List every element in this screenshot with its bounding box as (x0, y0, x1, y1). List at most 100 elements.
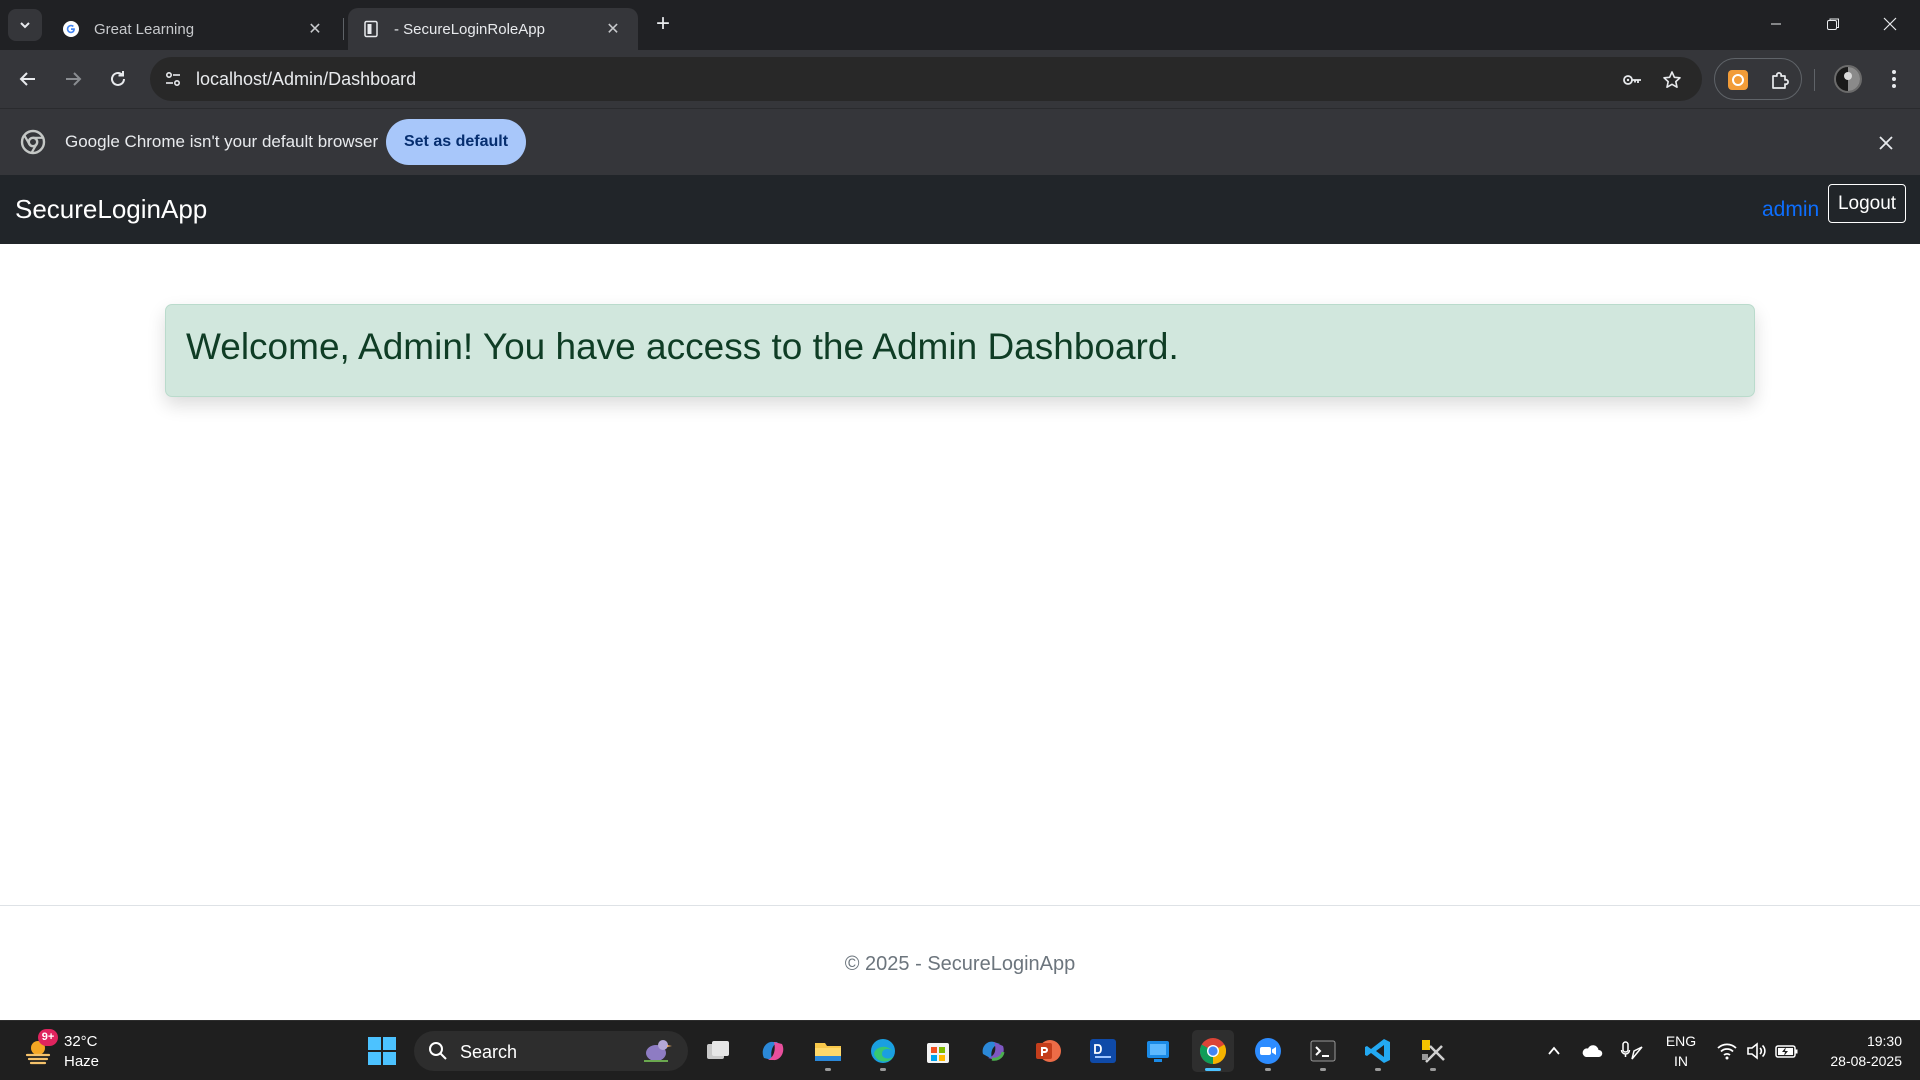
wifi-button[interactable] (1715, 1039, 1739, 1063)
location-mic-icon (1620, 1041, 1643, 1060)
windows-app[interactable] (1137, 1030, 1179, 1072)
chevron-up-icon (1548, 1046, 1560, 1055)
location-status-button[interactable] (1620, 1039, 1644, 1063)
input-language-button[interactable]: ENG IN (1664, 1031, 1698, 1071)
app-brand-link[interactable]: SecureLoginApp (15, 194, 207, 225)
tab-search-button[interactable] (8, 9, 42, 41)
toolbar-separator (1814, 69, 1815, 91)
tune-icon (165, 71, 181, 87)
infobar-message: Google Chrome isn't your default browser (65, 132, 379, 151)
zoom-app[interactable] (1247, 1030, 1289, 1072)
m365-icon (982, 1041, 1005, 1061)
tools-app[interactable] (1412, 1030, 1454, 1072)
google-favicon-icon (63, 21, 79, 37)
user-name-link[interactable]: admin (1762, 198, 1819, 222)
chrome-menu-button[interactable] (1880, 65, 1908, 93)
welcome-alert: Welcome, Admin! You have access to the A… (165, 304, 1755, 397)
running-indicator (1320, 1068, 1326, 1071)
search-label: Search (460, 1042, 518, 1062)
vscode-icon (1365, 1039, 1390, 1063)
url-text[interactable]: localhost/Admin/Dashboard (196, 69, 416, 90)
forward-button[interactable] (59, 65, 87, 93)
microsoft-store-app[interactable] (917, 1030, 959, 1072)
terminal-app[interactable] (1302, 1030, 1344, 1072)
back-arrow-icon (19, 72, 35, 86)
new-tab-button[interactable]: + (650, 12, 676, 38)
infobar-close-button[interactable] (1874, 131, 1898, 155)
default-browser-infobar: Google Chrome isn't your default browser… (0, 108, 1920, 175)
weather-temperature: 32°C (64, 1033, 98, 1050)
powerpoint-icon (1036, 1040, 1061, 1062)
tools-icon (1422, 1040, 1445, 1063)
speaker-icon (1747, 1042, 1766, 1060)
tab-title: Great Learning (94, 20, 195, 38)
tab-title: - SecureLoginRoleApp (394, 20, 545, 38)
back-button[interactable] (14, 65, 42, 93)
close-tab-icon[interactable]: ✕ (304, 18, 326, 40)
close-icon (1879, 136, 1893, 150)
footer-divider (0, 905, 1920, 906)
powerpoint-app[interactable] (1027, 1030, 1069, 1072)
tab-secure-login-role-app[interactable]: - SecureLoginRoleApp ✕ (348, 8, 638, 50)
file-explorer-app[interactable] (807, 1030, 849, 1072)
taskbar-search-box[interactable]: Search (414, 1031, 688, 1071)
volume-button[interactable] (1745, 1039, 1769, 1063)
clock-button[interactable]: 19:30 28-08-2025 (1810, 1031, 1902, 1071)
task-view-icon (707, 1041, 729, 1059)
dev-home-app[interactable] (1082, 1030, 1124, 1072)
language-region: IN (1674, 1053, 1688, 1069)
profile-avatar[interactable] (1834, 65, 1862, 93)
microsoft-365-app[interactable] (972, 1030, 1014, 1072)
extensions-menu-button[interactable] (1767, 67, 1793, 93)
address-bar[interactable]: localhost/Admin/Dashboard (150, 57, 1702, 101)
forward-arrow-icon (66, 72, 82, 86)
clock-date: 28-08-2025 (1830, 1053, 1902, 1069)
copilot-app[interactable] (752, 1030, 794, 1072)
terminal-icon (1310, 1040, 1336, 1062)
close-tab-icon[interactable]: ✕ (602, 18, 624, 40)
extension-button[interactable] (1725, 67, 1751, 93)
edge-app[interactable] (862, 1030, 904, 1072)
more-vertical-icon (1892, 70, 1896, 88)
battery-charging-icon (1775, 1045, 1798, 1058)
bookmark-star-button[interactable] (1660, 68, 1684, 92)
site-info-button[interactable] (160, 66, 186, 92)
running-indicator (1265, 1068, 1271, 1071)
cloud-icon (1582, 1045, 1603, 1057)
show-hidden-icons-button[interactable] (1542, 1039, 1566, 1063)
clock-time: 19:30 (1866, 1033, 1902, 1049)
running-indicator (880, 1068, 886, 1071)
key-icon (1623, 75, 1641, 85)
onedrive-button[interactable] (1580, 1039, 1604, 1063)
close-window-button[interactable] (1870, 8, 1910, 40)
page-favicon-icon (364, 20, 378, 38)
active-indicator (1205, 1068, 1221, 1071)
vscode-app[interactable] (1357, 1030, 1399, 1072)
task-view-button[interactable] (697, 1030, 739, 1072)
search-icon (429, 1042, 447, 1060)
start-button[interactable] (361, 1030, 403, 1072)
windows-logo-icon (368, 1037, 396, 1065)
tab-great-learning[interactable]: Great Learning ✕ (48, 8, 340, 50)
chrome-icon (1199, 1038, 1227, 1065)
minimize-button[interactable] (1756, 8, 1796, 40)
browser-tab-strip: Great Learning ✕ - SecureLoginRoleApp ✕ … (0, 0, 1920, 50)
battery-button[interactable] (1775, 1039, 1799, 1063)
set-as-default-button[interactable]: Set as default (386, 119, 526, 165)
browser-toolbar: localhost/Admin/Dashboard (0, 50, 1920, 108)
running-indicator (1430, 1068, 1436, 1071)
chrome-app[interactable] (1192, 1030, 1234, 1072)
profile-photo-icon (1836, 67, 1860, 91)
logout-button[interactable]: Logout (1828, 184, 1906, 223)
password-key-button[interactable] (1620, 68, 1644, 92)
running-indicator (1375, 1068, 1381, 1071)
minimize-icon (1771, 23, 1781, 25)
restore-button[interactable] (1813, 8, 1853, 40)
extension-badge-icon (1728, 70, 1748, 90)
extensions-group (1714, 58, 1802, 100)
copilot-icon (762, 1041, 784, 1061)
chevron-down-icon (20, 22, 30, 29)
app-navbar: SecureLoginApp admin Logout (0, 175, 1920, 244)
reload-button[interactable] (104, 65, 132, 93)
running-indicator (825, 1068, 831, 1071)
